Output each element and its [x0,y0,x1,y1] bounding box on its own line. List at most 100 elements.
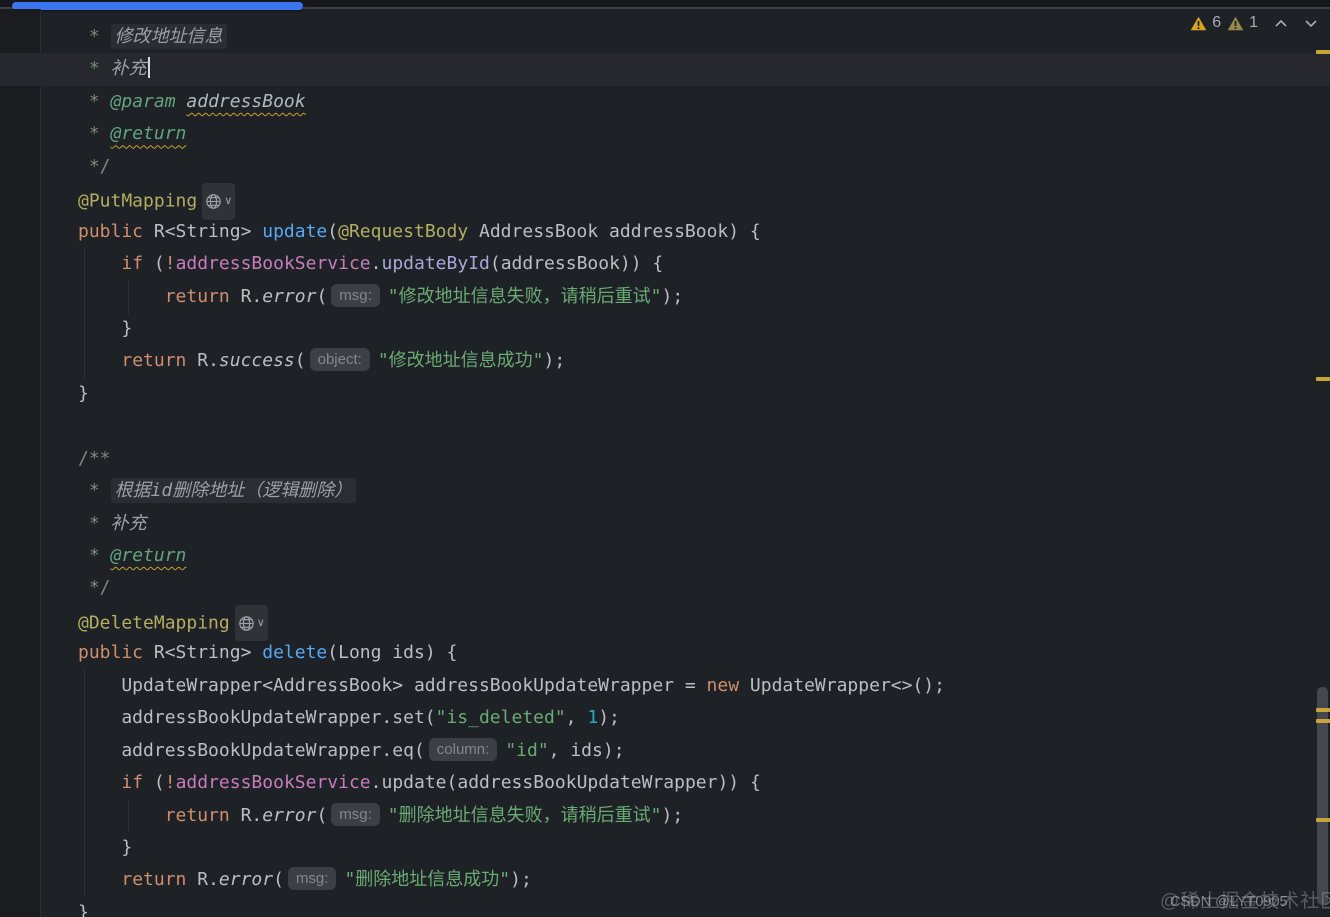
code-line-12[interactable]: } [0,378,1330,410]
code-token: "修改地址信息成功" [377,350,544,372]
code-token: /** [78,9,111,13]
code-token: UpdateWrapper<>(); [739,674,945,696]
code-line-24[interactable]: if (!addressBookService.update(addressBo… [0,767,1330,799]
code-token: (Long ids) { [327,642,458,664]
code-token: addressBookUpdateWrapper.set( [78,707,436,729]
code-line-10[interactable]: } [0,313,1330,345]
code-line-19[interactable]: @DeleteMapping ∨ [0,604,1330,642]
code-token: } [78,901,89,917]
scrollbar-warning-stripe[interactable] [1316,377,1330,381]
code-token: R. [186,350,219,372]
code-token: "is_deleted" [435,707,566,729]
url-mapping-globe-button[interactable]: ∨ [234,604,268,642]
inlay-hint: msg: [287,867,337,891]
code-line-15[interactable]: * 根据id删除地址（逻辑删除） [0,475,1330,507]
inlay-hint: column: [428,737,498,761]
code-token: * [78,512,111,534]
inlay-hint: msg: [331,283,380,307]
code-token: * [78,123,111,145]
code-line-21[interactable]: UpdateWrapper<AddressBook> addressBookUp… [0,670,1330,702]
code-line-20[interactable]: public R<String> delete(Long ids) { [0,637,1330,669]
code-token: update [262,220,328,242]
code-line-28[interactable]: } [0,897,1330,917]
code-line-27[interactable]: return R.error(msg: "删除地址信息成功"); [0,864,1330,896]
code-line-6[interactable]: @PutMapping ∨ [0,183,1330,220]
code-token: */ [78,155,111,177]
code-token: public [78,220,144,242]
code-token: return [121,869,187,891]
weak-warnings-button[interactable]: 1 [1227,14,1258,32]
code-token: ( [143,253,165,275]
globe-icon [206,194,221,209]
code-area[interactable]: * 修改地址信息 * 补充 * @param addressBook * @re… [0,21,1330,917]
code-token: } [78,382,89,404]
code-token: ); [661,285,684,307]
code-token: . [370,772,382,794]
inlay-hint: object: [309,348,370,372]
code-line-4[interactable]: * @return [0,118,1330,150]
code-token: ( [294,350,306,372]
code-line-9[interactable]: return R.error(msg: "修改地址信息失败，请稍后重试"); [0,281,1330,313]
code-token: 根据id删除地址（逻辑删除） [110,478,357,504]
code-token: if [121,253,144,275]
code-token: return [164,285,230,307]
code-token: ( [273,869,284,891]
code-token: public [78,642,144,664]
scrollbar-warning-stripe[interactable] [1316,50,1330,54]
code-line-7[interactable]: public R<String> update(@RequestBody Add… [0,216,1330,248]
code-token: addressBookService [175,253,371,275]
code-token: return [121,350,187,372]
code-line-5[interactable]: */ [0,151,1330,183]
code-line-13[interactable] [0,410,1330,442]
inlay-hint: msg: [331,802,380,826]
chevron-down-icon [1305,19,1317,27]
code-line-22[interactable]: addressBookUpdateWrapper.set("is_deleted… [0,702,1330,734]
code-token: @DeleteMapping [78,612,230,634]
scrollbar-warning-stripe[interactable] [1316,719,1330,723]
code-token: if [121,772,144,794]
code-token: R. [229,285,263,307]
code-line-18[interactable]: */ [0,572,1330,604]
url-mapping-globe-button[interactable]: ∨ [202,183,236,220]
code-token: . [370,253,382,275]
scrollbar-warning-stripe[interactable] [1316,708,1330,712]
code-token: ( [316,804,328,826]
code-token: ( [143,772,165,794]
next-problem-button[interactable] [1304,19,1318,28]
code-token: ); [510,869,532,891]
code-token: * [78,26,111,47]
code-line-25[interactable]: return R.error(msg: "删除地址信息失败，请稍后重试"); [0,800,1330,832]
warnings-button[interactable]: 6 [1190,14,1221,32]
code-token: @PutMapping [78,190,198,212]
code-line-16[interactable]: * 补充 [0,508,1330,540]
code-line-17[interactable]: * @return [0,540,1330,572]
code-token: (addressBook)) { [489,253,664,275]
chevron-up-icon [1275,19,1287,27]
previous-problem-button[interactable] [1274,19,1288,28]
code-token: 补充 [110,58,147,80]
code-line-26[interactable]: } [0,832,1330,864]
chevron-down-icon: ∨ [256,615,265,629]
code-token: @return [110,545,187,566]
code-line-23[interactable]: addressBookUpdateWrapper.eq(column: "id",… [0,735,1330,767]
code-line-1[interactable]: * 修改地址信息 [0,21,1330,53]
code-token: "删除地址信息成功" [344,869,511,891]
ide-editor-window: /** * 修改地址信息 * 补充 * @param addressBook *… [0,0,1330,917]
code-line-3[interactable]: * @param addressBook [0,86,1330,118]
code-line-14[interactable]: /** [0,443,1330,475]
scrollbar-warning-stripe[interactable] [1316,818,1330,822]
code-token: addressBookService [175,772,371,794]
code-token: addressBookUpdateWrapper.eq( [78,739,425,761]
code-token: addressBook [186,90,306,112]
code-token: @param [110,90,176,112]
text-caret [147,57,150,79]
code-line-8[interactable]: if (!addressBookService.updateById(addre… [0,248,1330,280]
code-token: R<String> [143,220,263,242]
code-line-2[interactable]: * 补充 [0,53,1330,85]
code-line-11[interactable]: return R.success(object: "修改地址信息成功"); [0,345,1330,377]
code-token: , [565,707,588,729]
